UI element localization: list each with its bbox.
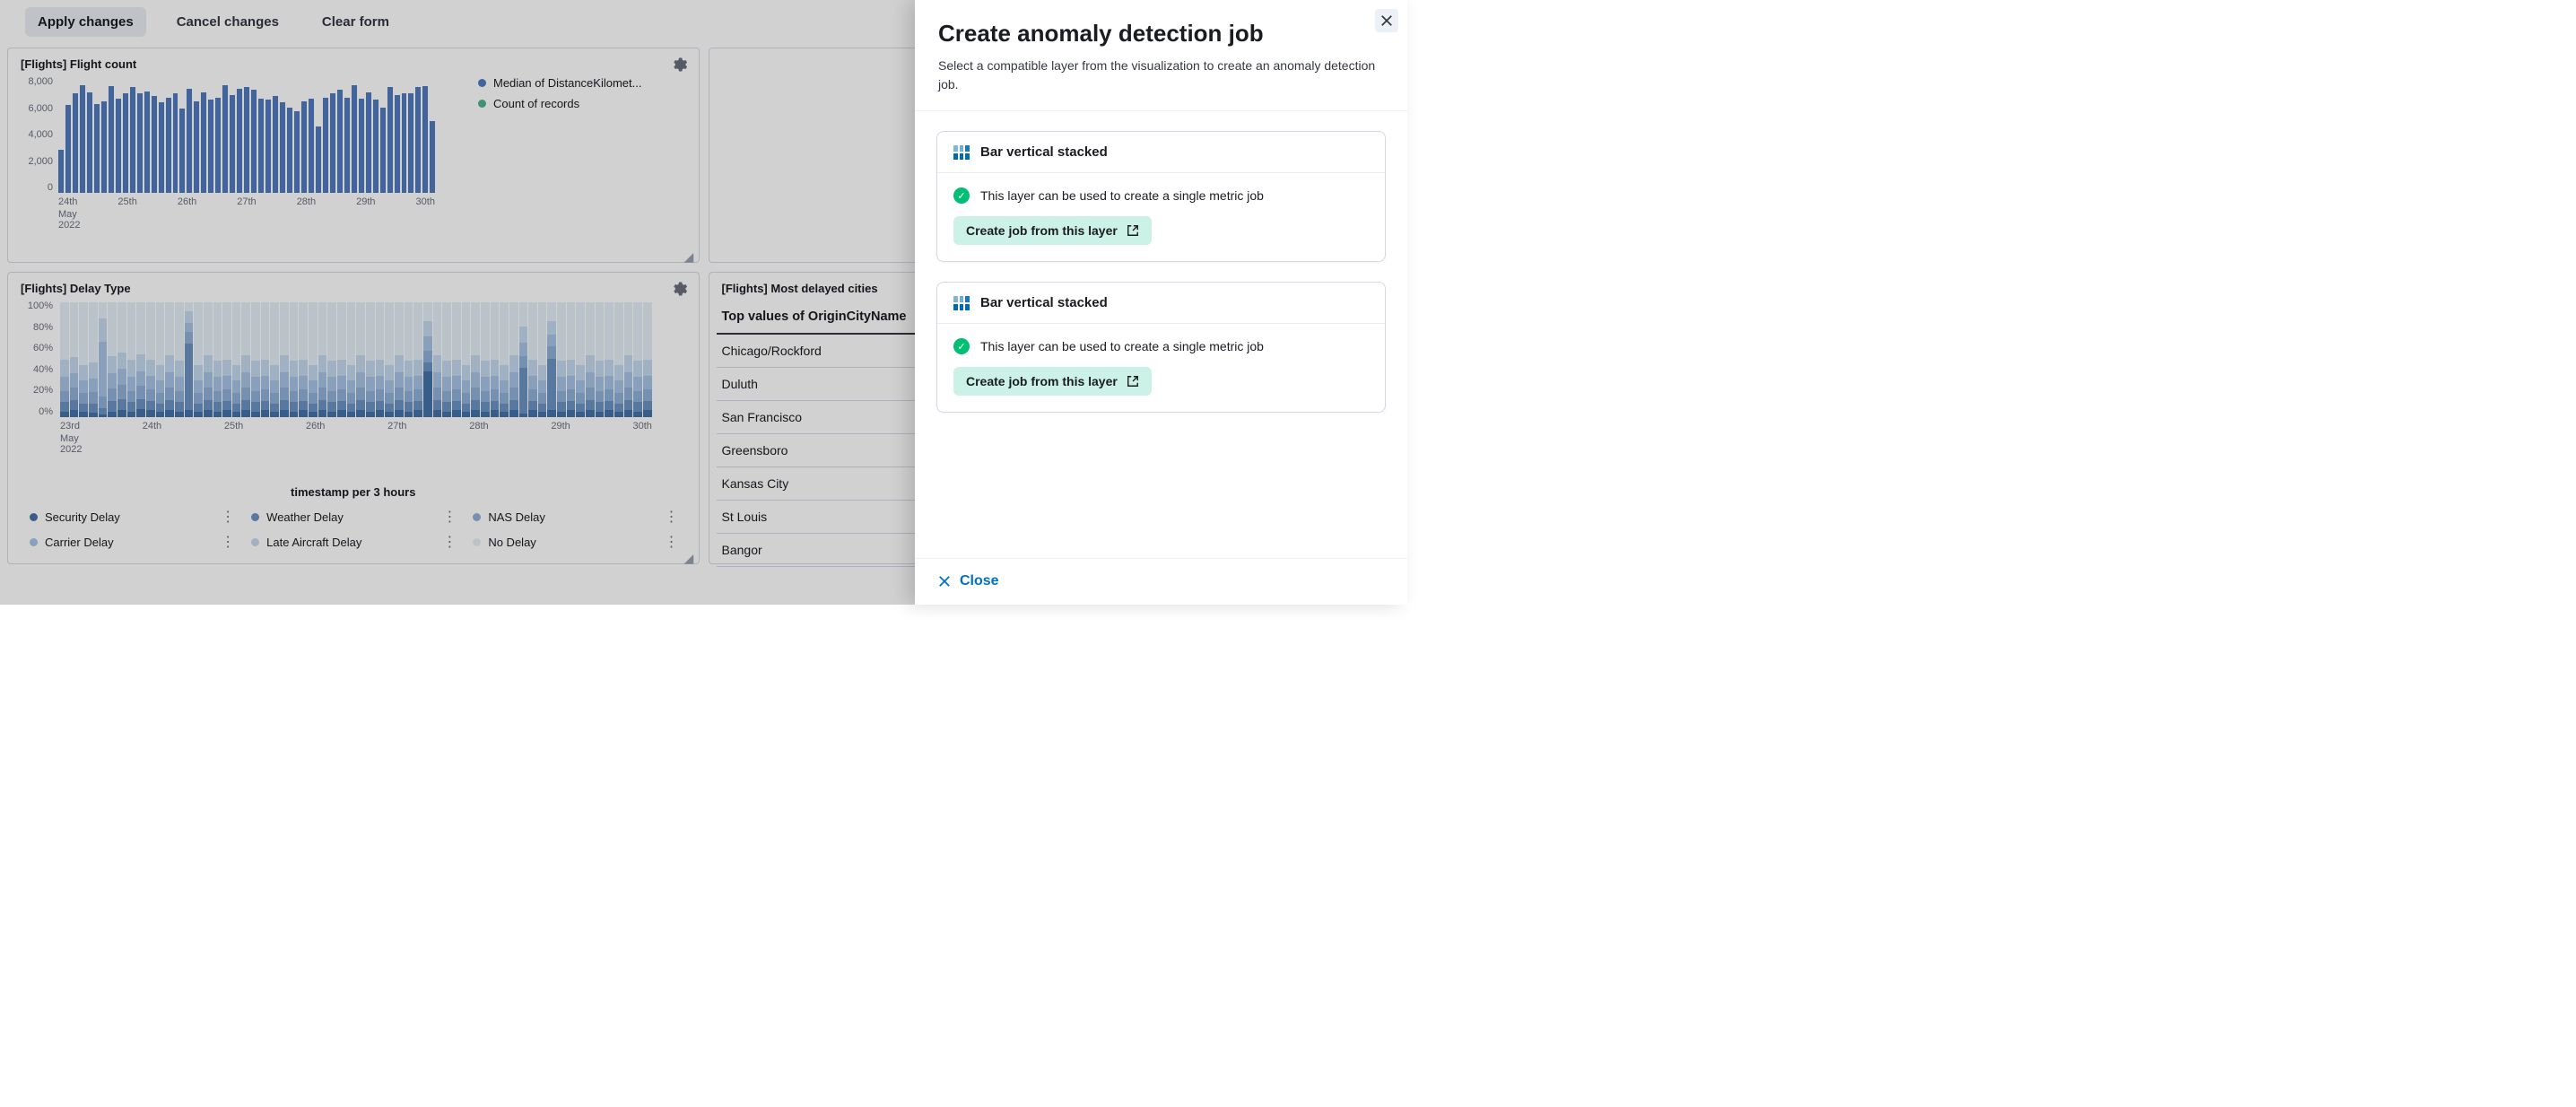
bar-stacked-icon xyxy=(953,296,970,310)
close-button[interactable]: Close xyxy=(938,573,999,589)
create-job-label: Create job from this layer xyxy=(966,223,1118,238)
external-link-icon xyxy=(1127,224,1139,237)
create-job-button[interactable]: Create job from this layer xyxy=(953,367,1152,396)
flyout-title: Create anomaly detection job xyxy=(938,20,1384,48)
layer-type-label: Bar vertical stacked xyxy=(980,144,1108,160)
layer-status-text: This layer can be used to create a singl… xyxy=(980,188,1264,203)
bar-stacked-icon xyxy=(953,145,970,160)
anomaly-job-flyout: Create anomaly detection job Select a co… xyxy=(915,0,1407,605)
x-icon xyxy=(938,575,951,588)
create-job-button[interactable]: Create job from this layer xyxy=(953,216,1152,245)
layer-card: Bar vertical stacked ✓ This layer can be u… xyxy=(936,131,1386,262)
layer-status-text: This layer can be used to create a singl… xyxy=(980,339,1264,353)
create-job-label: Create job from this layer xyxy=(966,374,1118,388)
close-label: Close xyxy=(960,573,999,589)
layer-type-label: Bar vertical stacked xyxy=(980,295,1108,310)
check-circle-icon: ✓ xyxy=(953,187,970,204)
layer-card: Bar vertical stacked ✓ This layer can be u… xyxy=(936,282,1386,413)
check-circle-icon: ✓ xyxy=(953,338,970,354)
flyout-description: Select a compatible layer from the visua… xyxy=(938,57,1384,94)
external-link-icon xyxy=(1127,375,1139,388)
close-icon[interactable] xyxy=(1375,9,1398,32)
